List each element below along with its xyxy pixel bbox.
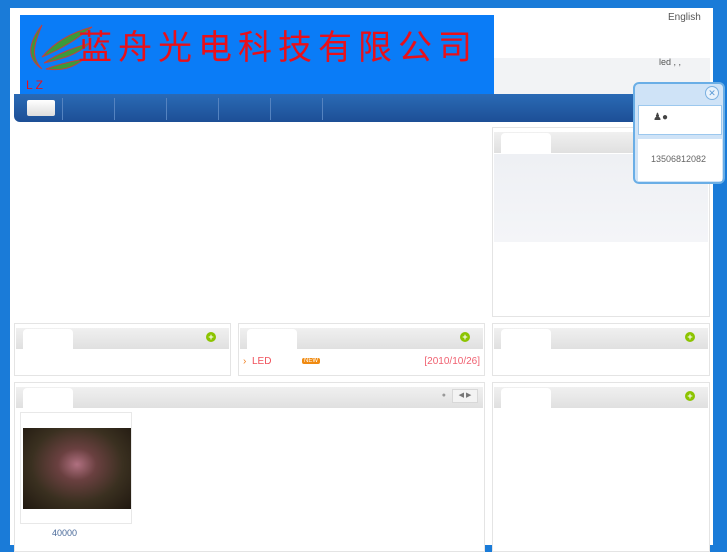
more-plus-icon[interactable]: +: [460, 332, 470, 342]
logo-letters: L Z: [26, 78, 43, 91]
panel-tab[interactable]: [501, 133, 551, 154]
panel-tab[interactable]: [23, 329, 73, 350]
qq-icon[interactable]: ♟●: [653, 112, 668, 123]
contact-popup: ✕ ♟● 13506812082: [633, 82, 725, 184]
nav-separator: [218, 98, 219, 120]
nav-separator: [114, 98, 115, 120]
company-name: 蓝舟光电科技有限公司: [78, 28, 478, 68]
more-plus-icon[interactable]: +: [685, 332, 695, 342]
more-plus-icon[interactable]: +: [685, 391, 695, 401]
product-card[interactable]: [20, 412, 132, 524]
news-date: [2010/10/26]: [424, 356, 480, 367]
dot-icon: ●: [441, 392, 446, 399]
top-text: led , ,: [659, 57, 682, 67]
nav-home[interactable]: [27, 100, 55, 116]
more-plus-icon[interactable]: +: [206, 332, 216, 342]
panel-3: +: [492, 323, 710, 376]
english-link[interactable]: English: [668, 12, 701, 23]
news-title[interactable]: LED: [252, 356, 271, 367]
panel-1: +: [14, 323, 231, 376]
panel-5: +: [492, 382, 710, 552]
phone-area: 13506812082: [638, 139, 722, 181]
product-image[interactable]: [23, 428, 131, 509]
phone-number: 13506812082: [651, 154, 707, 164]
panel-tab[interactable]: [501, 388, 551, 409]
qq-area: ♟●: [638, 105, 722, 135]
nav-separator: [270, 98, 271, 120]
panel-tab[interactable]: [501, 329, 551, 350]
close-icon[interactable]: ✕: [705, 86, 719, 100]
news-panel: + › LED NEW [2010/10/26]: [238, 323, 485, 376]
nav-separator: [322, 98, 323, 120]
new-badge: NEW: [302, 358, 320, 364]
panel-tab[interactable]: [23, 388, 73, 409]
main-nav: [14, 94, 715, 122]
bullet-icon: ›: [243, 356, 247, 367]
nav-separator: [62, 98, 63, 120]
products-panel: ● ◀ ▶ 40000: [14, 382, 485, 552]
nav-separator: [166, 98, 167, 120]
carousel-arrows[interactable]: ◀ ▶: [452, 389, 478, 403]
panel-tab[interactable]: [247, 329, 297, 350]
product-caption[interactable]: 40000: [52, 528, 77, 538]
